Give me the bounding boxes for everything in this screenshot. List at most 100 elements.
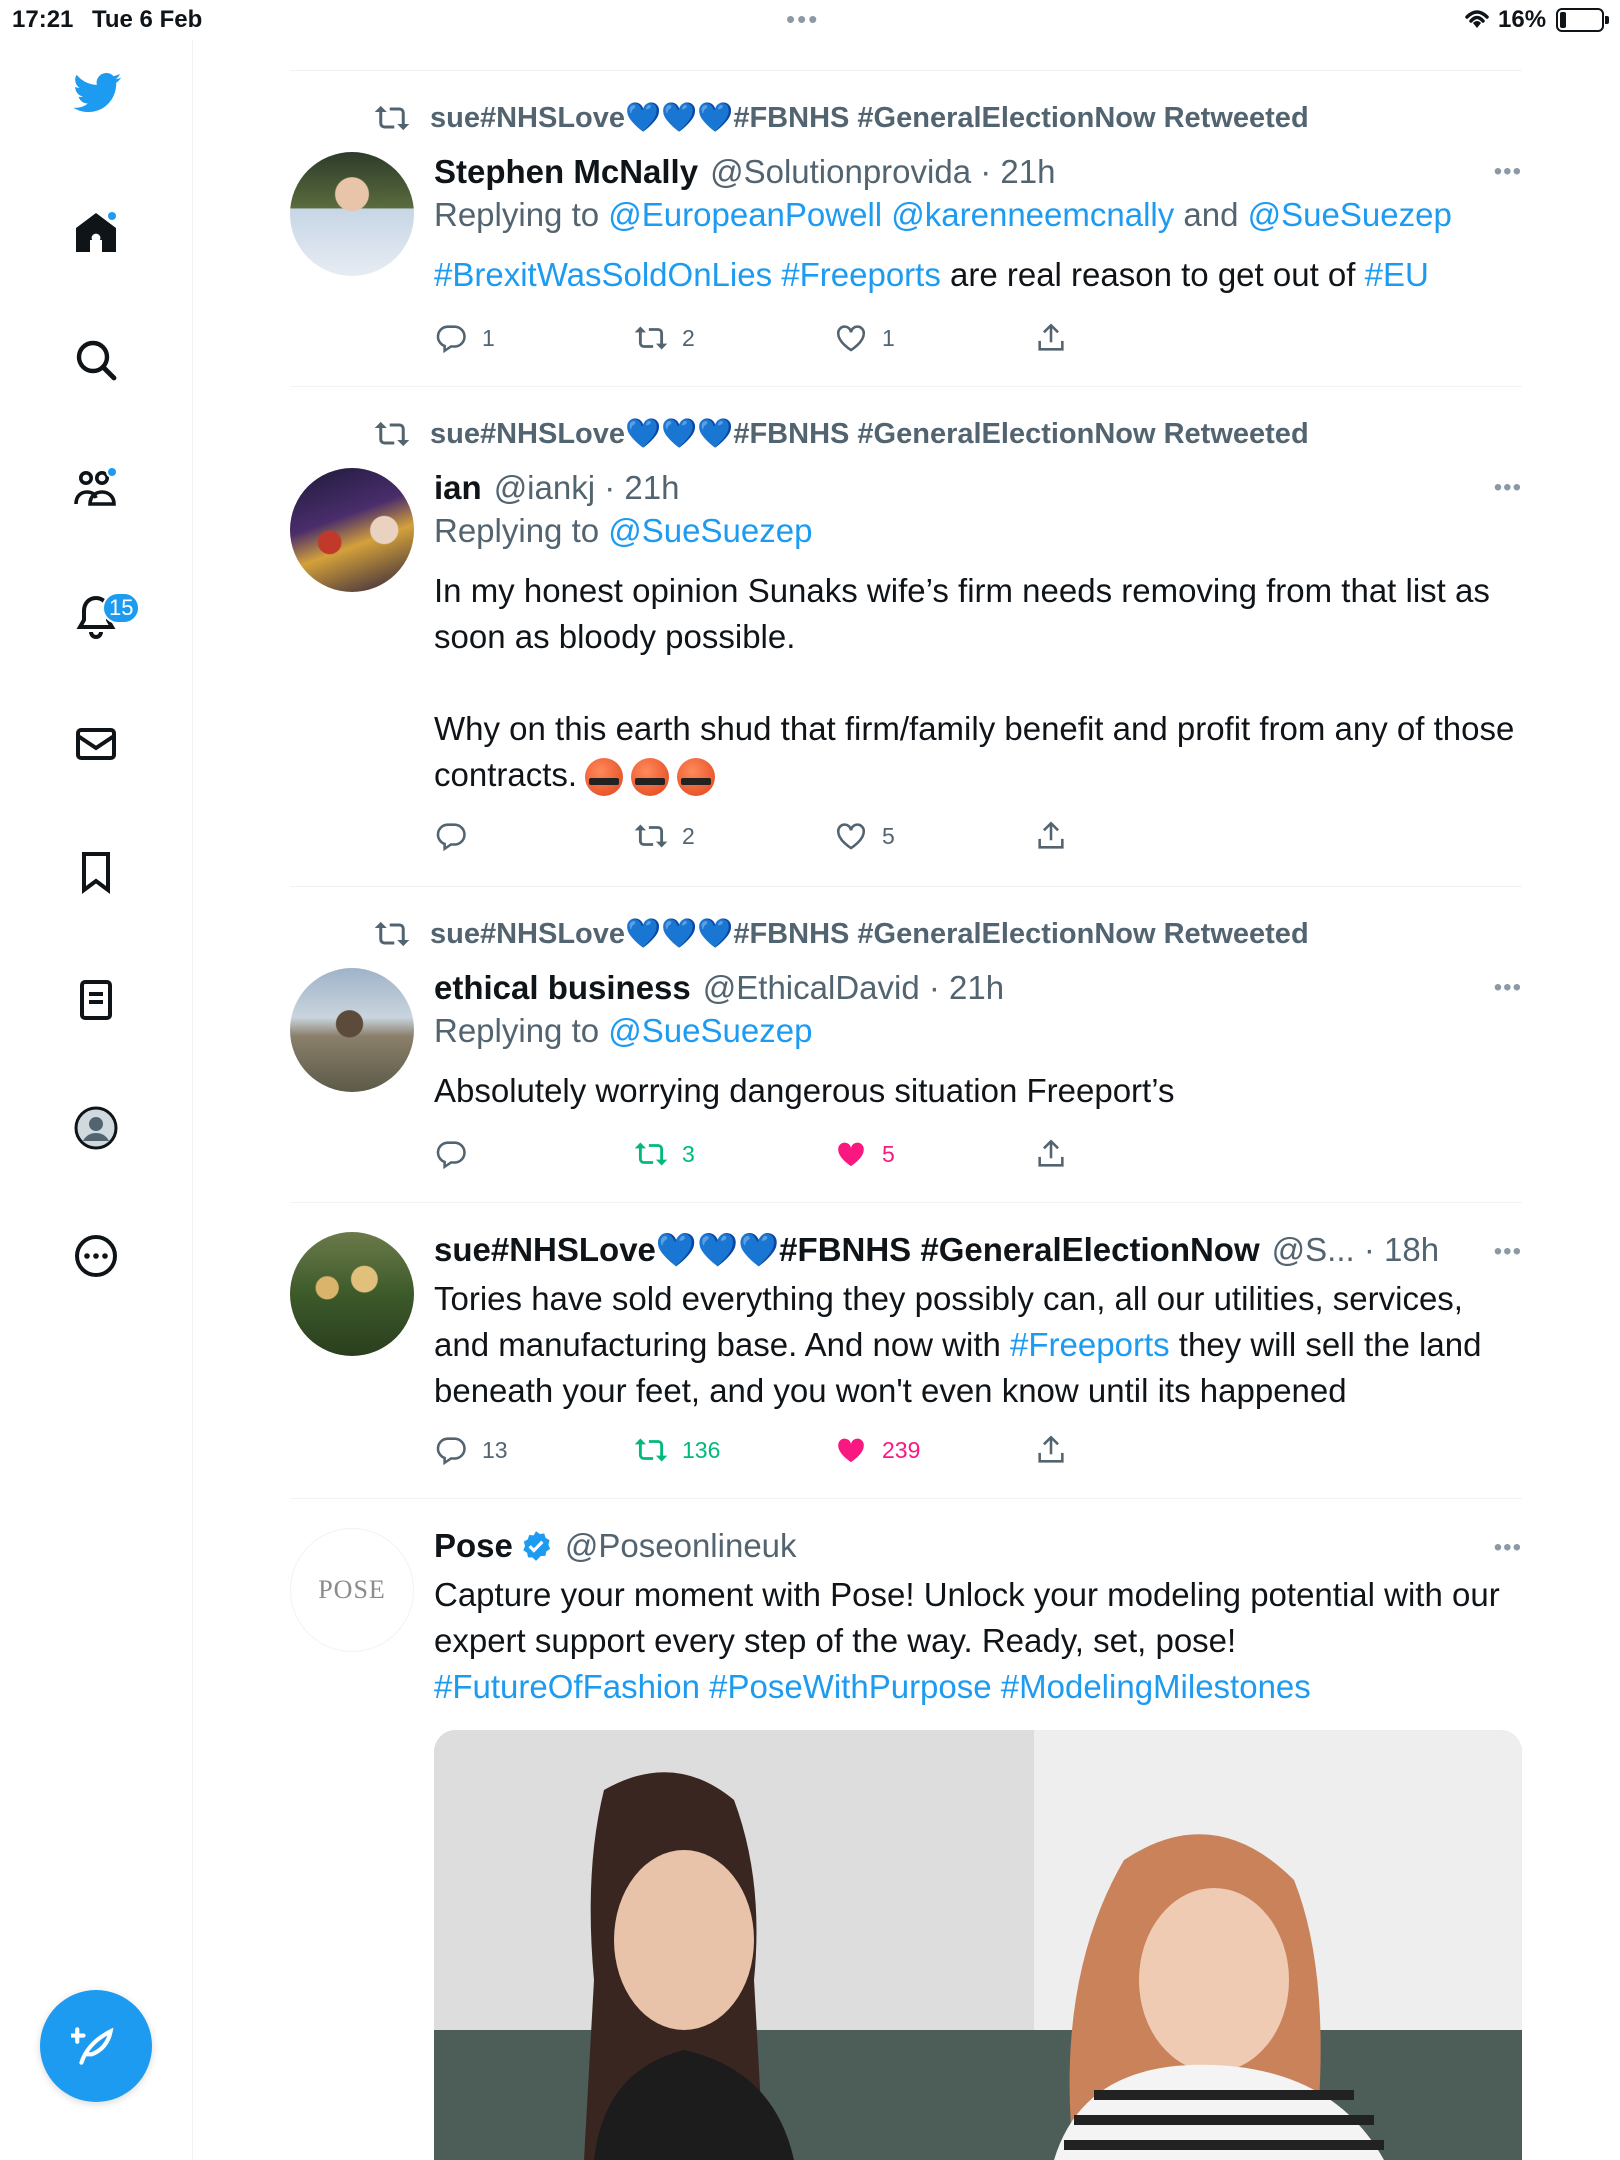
hashtag[interactable]: #BrexitWasSoldOnLies #Freeports: [434, 256, 941, 293]
author-name[interactable]: Pose: [434, 1527, 513, 1565]
retweet-context[interactable]: sue#NHSLove💙💙💙#FBNHS #GeneralElectionNow…: [374, 914, 1309, 954]
replying-label: Replying to: [434, 196, 600, 233]
avatar[interactable]: [290, 1232, 414, 1356]
tweet[interactable]: POSE Pose @Poseonlineuk ••• Capture your…: [290, 1524, 1522, 2160]
status-time: 17:21: [12, 6, 74, 33]
more-options-icon[interactable]: •••: [1482, 1534, 1522, 1561]
compose-tweet-button[interactable]: [40, 1990, 152, 2102]
like-count: 5: [882, 822, 895, 849]
bookmark-icon[interactable]: [68, 844, 124, 900]
more-options-icon[interactable]: •••: [1482, 158, 1522, 185]
retweet-context-label: sue#NHSLove💙💙💙#FBNHS #GeneralElectionNow…: [430, 418, 1309, 450]
like-button[interactable]: 5: [834, 816, 895, 856]
more-options-icon[interactable]: •••: [1482, 474, 1522, 501]
author-name[interactable]: ian: [434, 469, 482, 507]
reply-mention[interactable]: @SueSuezep: [608, 1012, 812, 1049]
share-button[interactable]: [1034, 1430, 1082, 1470]
profile-icon[interactable]: [68, 1100, 124, 1156]
battery-percent: 16%: [1498, 6, 1547, 33]
battery-icon: [1556, 8, 1609, 32]
author-handle[interactable]: @EthicalDavid · 21h: [703, 969, 1004, 1007]
retweet-context[interactable]: sue#NHSLove💙💙💙#FBNHS #GeneralElectionNow…: [374, 414, 1309, 454]
tweet-header: Stephen McNally @Solutionprovida · 21h: [434, 150, 1522, 194]
reply-count: 1: [482, 324, 495, 351]
pose-logo: POSE: [318, 1575, 386, 1604]
tweet-text: Absolutely worrying dangerous situation …: [434, 1072, 1175, 1109]
retweet-icon: [634, 824, 668, 848]
tweet-actions: 1 2 1: [434, 318, 1134, 358]
share-icon: [1038, 323, 1064, 351]
author-handle[interactable]: @iankj · 21h: [494, 469, 680, 507]
like-button[interactable]: 5: [834, 1134, 895, 1174]
retweet-context[interactable]: sue#NHSLove💙💙💙#FBNHS #GeneralElectionNow…: [374, 98, 1309, 138]
reply-icon: [436, 823, 466, 852]
more-options-icon[interactable]: •••: [1482, 1238, 1522, 1265]
author-handle[interactable]: @Solutionprovida · 21h: [710, 153, 1055, 191]
retweet-count: 136: [682, 1436, 721, 1463]
angry-face-emoji: [631, 758, 670, 797]
reply-icon: [436, 1141, 466, 1170]
author-name[interactable]: Stephen McNally: [434, 153, 698, 191]
reply-button[interactable]: [434, 1134, 482, 1174]
tweet[interactable]: sue#NHSLove💙💙💙#FBNHS #GeneralElectionNow…: [290, 1228, 1522, 1494]
divider: [290, 1202, 1522, 1203]
avatar[interactable]: POSE: [290, 1528, 414, 1652]
share-button[interactable]: [1034, 318, 1082, 358]
reply-button[interactable]: [434, 816, 482, 856]
like-button[interactable]: 1: [834, 318, 895, 358]
video-thumbnail[interactable]: [434, 1730, 1522, 2160]
avatar[interactable]: [290, 152, 414, 276]
sidebar: 15: [0, 40, 193, 2160]
share-button[interactable]: [1034, 816, 1082, 856]
author-name[interactable]: ethical business: [434, 969, 691, 1007]
replying-to: Replying to @SueSuezep: [434, 512, 812, 550]
video-frame-image: [434, 1730, 1522, 2160]
avatar[interactable]: [290, 968, 414, 1092]
twitter-bird-icon[interactable]: [70, 64, 126, 120]
tweet[interactable]: sue#NHSLove💙💙💙#FBNHS #GeneralElectionNow…: [290, 412, 1522, 882]
hashtag[interactable]: #EU: [1365, 256, 1429, 293]
tweet-text: Capture your moment with Pose! Unlock yo…: [434, 1572, 1522, 1710]
like-count: 1: [882, 324, 895, 351]
retweet-button[interactable]: 2: [634, 318, 695, 358]
tweet-header: ethical business @EthicalDavid · 21h: [434, 966, 1522, 1010]
list-icon[interactable]: [68, 972, 124, 1028]
reply-count: 13: [482, 1436, 508, 1463]
reply-mention[interactable]: @SueSuezep: [1248, 196, 1452, 233]
reply-mention[interactable]: @SueSuezep: [608, 512, 812, 549]
replying-to: Replying to @EuropeanPowell @karenneemcn…: [434, 196, 1452, 234]
more-circle-icon[interactable]: [68, 1228, 124, 1284]
multitasking-dots[interactable]: •••: [786, 4, 819, 35]
tweet-text-segment: Capture your moment with Pose! Unlock yo…: [434, 1576, 1500, 1659]
reply-button[interactable]: 1: [434, 318, 495, 358]
tweet[interactable]: sue#NHSLove💙💙💙#FBNHS #GeneralElectionNow…: [290, 912, 1522, 1192]
retweet-icon: [634, 326, 668, 350]
retweet-icon: [634, 1142, 668, 1166]
retweet-button[interactable]: 136: [634, 1430, 720, 1470]
divider: [290, 1498, 1522, 1499]
heart-filled-icon: [838, 1142, 864, 1167]
avatar[interactable]: [290, 468, 414, 592]
author-handle[interactable]: @Poseonlineuk: [565, 1527, 797, 1565]
share-button[interactable]: [1034, 1134, 1082, 1174]
reply-button[interactable]: 13: [434, 1430, 508, 1470]
author-handle[interactable]: @S... · 18h: [1272, 1231, 1439, 1269]
reply-mention[interactable]: @EuropeanPowell @karenneemcnally: [608, 196, 1174, 233]
more-options-icon[interactable]: •••: [1482, 974, 1522, 1001]
retweet-icon: [374, 921, 410, 947]
home-notification-dot: [106, 210, 118, 222]
search-icon[interactable]: [68, 332, 124, 388]
tweet[interactable]: sue#NHSLove💙💙💙#FBNHS #GeneralElectionNow…: [290, 96, 1522, 376]
mail-icon[interactable]: [68, 716, 124, 772]
hashtag[interactable]: #Freeports: [1010, 1326, 1170, 1363]
retweet-icon: [634, 1438, 668, 1462]
verified-badge-icon: [523, 1531, 551, 1561]
author-name[interactable]: sue#NHSLove💙💙💙#FBNHS #GeneralElectionNow: [434, 1231, 1260, 1270]
retweet-button[interactable]: 3: [634, 1134, 695, 1174]
share-icon: [1038, 1139, 1064, 1167]
hashtags[interactable]: #FutureOfFashion #PoseWithPurpose #Model…: [434, 1664, 1522, 1710]
like-button[interactable]: 239: [834, 1430, 920, 1470]
retweet-context-label: sue#NHSLove💙💙💙#FBNHS #GeneralElectionNow…: [430, 918, 1309, 950]
retweet-button[interactable]: 2: [634, 816, 695, 856]
divider: [290, 70, 1522, 71]
